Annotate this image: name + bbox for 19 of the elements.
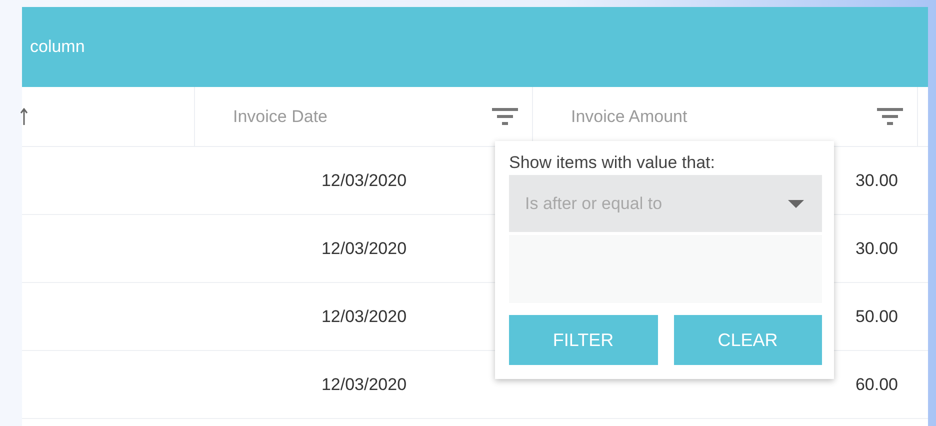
clear-button[interactable]: CLEAR [674, 315, 822, 365]
caret-icon [788, 200, 804, 208]
column-header[interactable]: Invoice Amount [571, 106, 877, 126]
table-cell: 60.00 [855, 374, 898, 394]
table-cell: 30.00 [855, 238, 898, 258]
sort-arrow-icon[interactable] [20, 108, 28, 126]
filter-prompt: Show items with value that: [509, 153, 716, 173]
filter-icon[interactable] [877, 108, 903, 126]
table-cell: 30.00 [855, 170, 898, 190]
table-cell: 12/03/2020 [321, 306, 407, 326]
group-panel-text: column [30, 37, 85, 57]
filter-icon[interactable] [492, 108, 518, 126]
table-cell: 12/03/2020 [321, 170, 407, 190]
table-cell: 12/03/2020 [321, 374, 407, 394]
table-cell: 12/03/2020 [321, 238, 407, 258]
column-header[interactable]: Invoice Date [233, 106, 492, 126]
filter-button[interactable]: FILTER [509, 315, 658, 365]
table-cell: 50.00 [855, 306, 898, 326]
operator-dropdown[interactable]: Is after or equal to [509, 175, 822, 232]
